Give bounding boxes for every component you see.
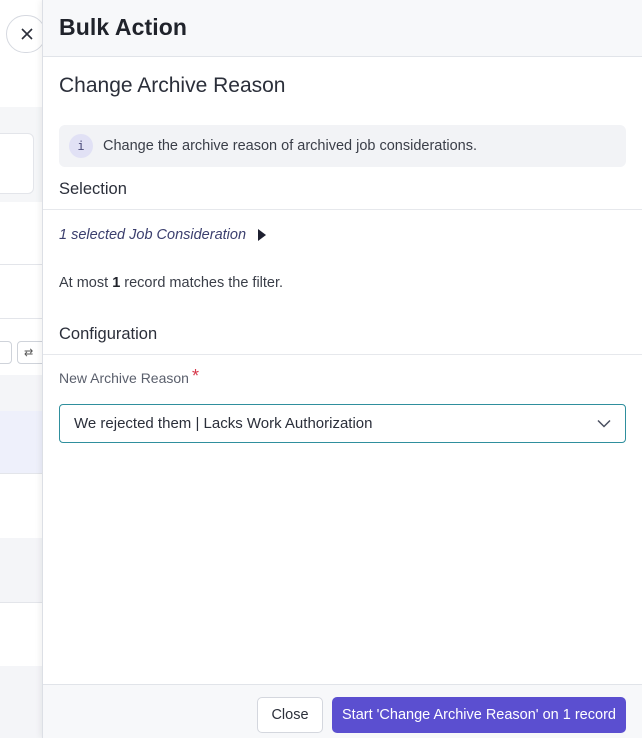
- info-text: Change the archive reason of archived jo…: [103, 138, 478, 154]
- caret-right-icon[interactable]: [258, 229, 267, 241]
- start-bulk-action-button[interactable]: Start 'Change Archive Reason' on 1 recor…: [332, 697, 626, 733]
- chevron-down-icon: [597, 419, 611, 428]
- selection-toggle[interactable]: 1 selected Job Consideration: [59, 227, 267, 243]
- bulk-action-drawer: Bulk Action Change Archive Reason i Chan…: [42, 0, 642, 738]
- selection-heading: Selection: [59, 180, 127, 198]
- section-divider: [43, 354, 642, 355]
- action-title: Change Archive Reason: [59, 74, 286, 97]
- background-divider: [0, 318, 44, 319]
- section-divider: [43, 209, 642, 210]
- required-indicator: *: [191, 366, 199, 386]
- background-divider: [0, 602, 44, 603]
- archive-reason-label-text: New Archive Reason: [59, 370, 189, 386]
- selection-link-text[interactable]: 1 selected Job Consideration: [59, 227, 246, 243]
- drawer-footer: Close Start 'Change Archive Reason' on 1…: [43, 684, 642, 738]
- archive-reason-select[interactable]: We rejected them | Lacks Work Authorizat…: [59, 404, 626, 443]
- close-icon: [21, 28, 33, 40]
- match-count-text: At most 1 record matches the filter.: [59, 275, 283, 291]
- configuration-heading: Configuration: [59, 325, 158, 343]
- background-toolbar-button[interactable]: [0, 341, 12, 364]
- background-table-header: [0, 375, 44, 411]
- close-button[interactable]: Close: [257, 697, 323, 733]
- drawer-header: Bulk Action: [43, 0, 642, 57]
- background-divider: [0, 473, 44, 474]
- match-suffix: record matches the filter.: [120, 275, 284, 291]
- archive-reason-value: We rejected them | Lacks Work Authorizat…: [74, 415, 373, 432]
- info-icon: i: [69, 134, 93, 158]
- background-card: [0, 133, 34, 194]
- info-callout: i Change the archive reason of archived …: [59, 125, 626, 167]
- swap-icon: ⇄: [24, 347, 34, 359]
- background-table-row[interactable]: [0, 538, 44, 602]
- background-divider: [0, 264, 44, 265]
- background-table-row[interactable]: [0, 666, 44, 738]
- drawer-title: Bulk Action: [59, 14, 188, 40]
- match-prefix: At most: [59, 275, 113, 291]
- background-selected-row[interactable]: [0, 411, 44, 473]
- close-drawer-button[interactable]: [6, 15, 46, 53]
- archive-reason-label: New Archive Reason *: [59, 366, 199, 386]
